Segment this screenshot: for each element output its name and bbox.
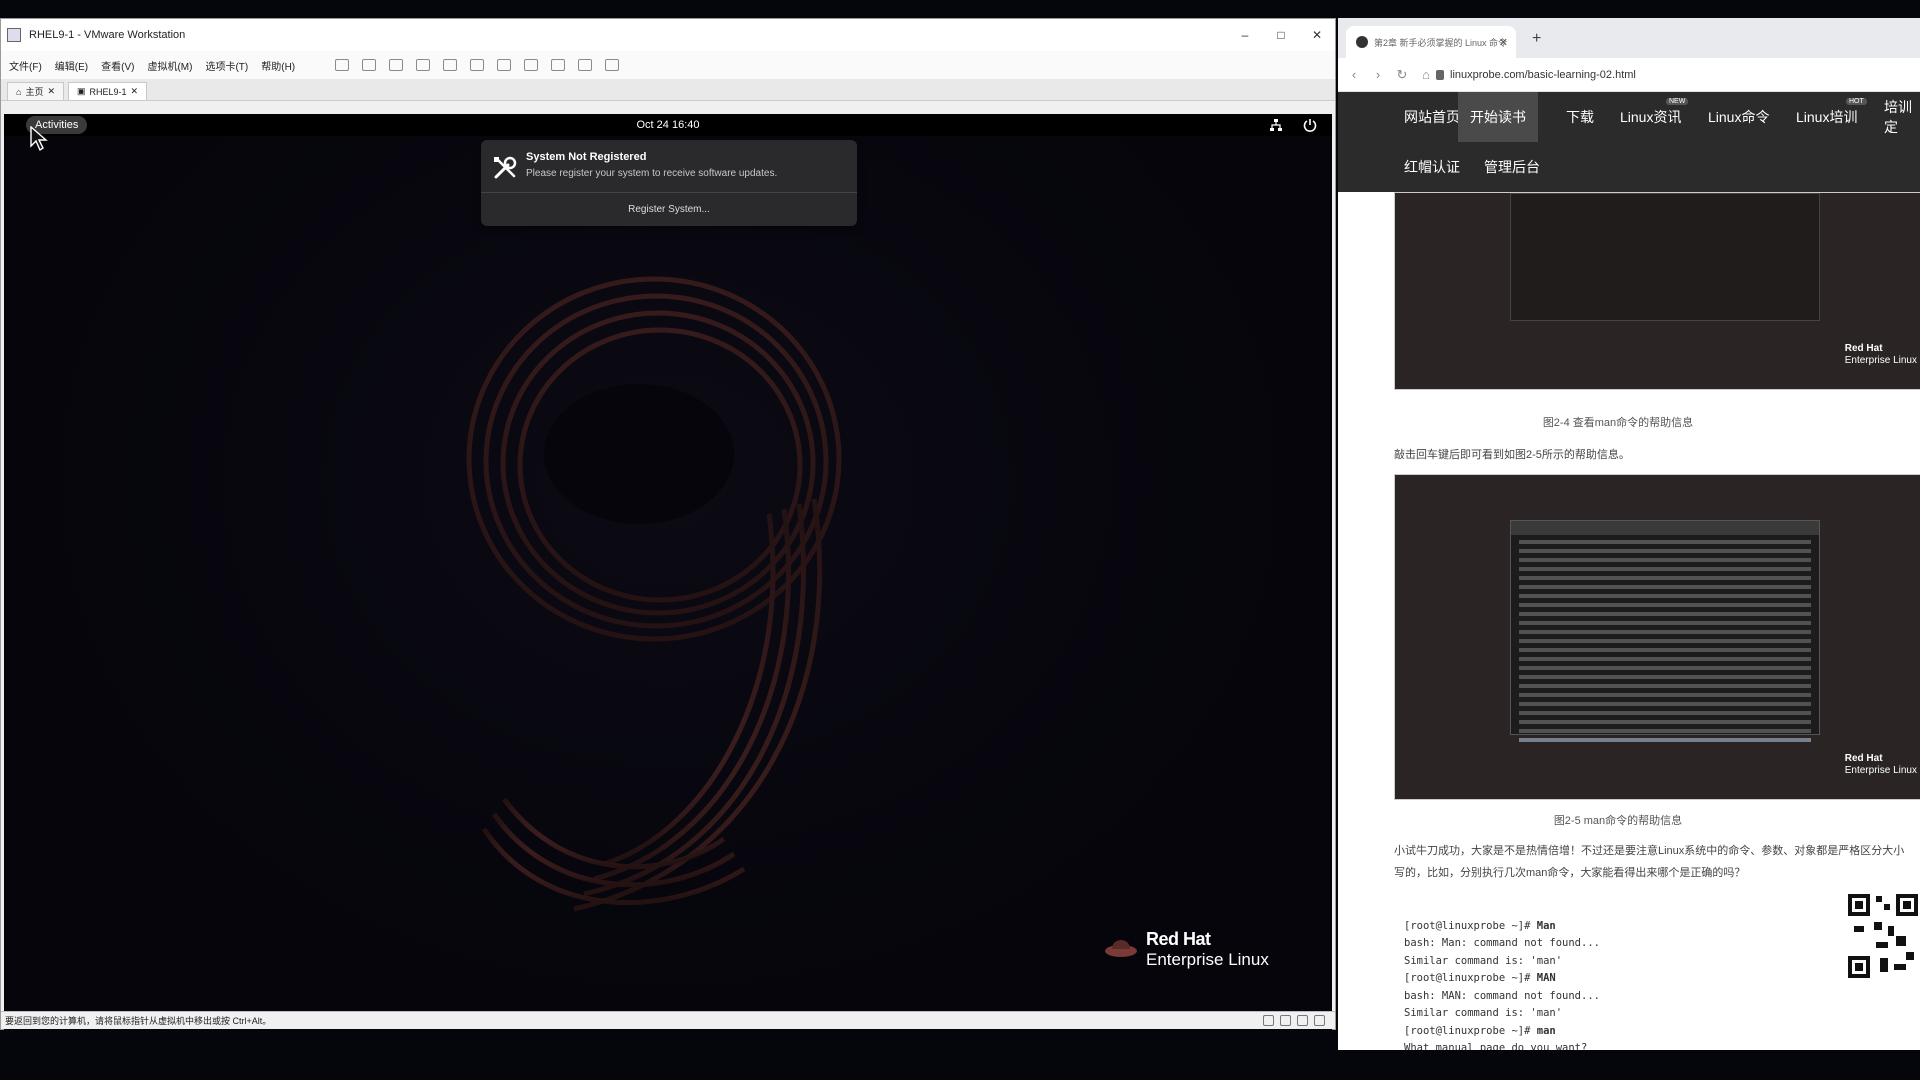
browser-window: 第2章 新手必须掌握的 Linux 命令 ✕ + ‹ › ↻ ⌂ linuxpr… bbox=[1338, 18, 1920, 1050]
menu-edit[interactable]: 编辑(E) bbox=[55, 58, 88, 73]
gnome-top-bar: Activities Oct 24 16:40 bbox=[4, 114, 1332, 136]
hot-badge: HOT bbox=[1846, 98, 1867, 105]
address-bar: ‹ › ↻ ⌂ linuxprobe.com/basic-learning-02… bbox=[1338, 58, 1920, 92]
menu-help[interactable]: 帮助(H) bbox=[261, 58, 295, 73]
pause-icon[interactable] bbox=[335, 59, 350, 71]
new-tab-icon[interactable]: + bbox=[1532, 30, 1541, 48]
guest-screen[interactable]: Activities Oct 24 16:40 System Not Regis… bbox=[4, 114, 1332, 1031]
menu-tabs[interactable]: 选项卡(T) bbox=[205, 58, 248, 73]
vmware-app-icon bbox=[7, 28, 21, 42]
redhat-logo-line1: Red Hat bbox=[1146, 929, 1211, 949]
figure-redhat-logo: Red Hat Enterprise Linux bbox=[1844, 753, 1917, 776]
paragraph-2: 小试牛刀成功，大家是不是热情倍增！不过还是要注意Linux系统中的命令、参数、对… bbox=[1394, 845, 1905, 879]
new-badge: NEW bbox=[1666, 98, 1689, 105]
maximize-icon[interactable]: □ bbox=[1263, 19, 1299, 51]
lock-icon[interactable] bbox=[1436, 70, 1444, 80]
revert-snapshot-icon[interactable] bbox=[416, 59, 431, 71]
figure-2-5: Red Hat Enterprise Linux bbox=[1394, 474, 1920, 800]
paragraph-1: 敲击回车键后即可看到如图2-5所示的帮助信息。 bbox=[1394, 449, 1630, 461]
browser-tab[interactable]: 第2章 新手必须掌握的 Linux 命令 ✕ bbox=[1346, 26, 1516, 58]
tab-close-icon[interactable]: ✕ bbox=[47, 86, 55, 97]
nav-admin[interactable]: 管理后台 bbox=[1484, 142, 1540, 192]
mouse-cursor-icon bbox=[30, 126, 48, 152]
register-system-button[interactable]: Register System... bbox=[481, 193, 857, 226]
nav-home[interactable]: 网站首页 bbox=[1404, 92, 1460, 142]
network-adapter-icon[interactable] bbox=[1297, 1015, 1308, 1026]
menu-file[interactable]: 文件(F) bbox=[9, 58, 42, 73]
tools-icon bbox=[494, 156, 517, 179]
fullscreen-icon[interactable] bbox=[524, 59, 539, 71]
home-icon: ⌂ bbox=[16, 86, 22, 97]
console-icon[interactable] bbox=[578, 59, 593, 71]
vmware-titlebar: RHEL9-1 - VMware Workstation – □ ✕ bbox=[1, 19, 1335, 51]
redhat-logo-line2: Enterprise Linux bbox=[1146, 950, 1269, 969]
forward-icon[interactable]: › bbox=[1370, 67, 1386, 82]
qr-code-icon[interactable] bbox=[1846, 892, 1920, 982]
url-field[interactable]: linuxprobe.com/basic-learning-02.html bbox=[1450, 69, 1636, 81]
close-icon[interactable]: ✕ bbox=[1299, 19, 1335, 51]
minimize-icon[interactable]: – bbox=[1227, 19, 1263, 51]
redhat-logo: Red Hat Enterprise Linux bbox=[1104, 929, 1304, 979]
notification-body: Please register your system to receive s… bbox=[526, 168, 778, 179]
notification-banner[interactable]: System Not Registered Please register yo… bbox=[481, 140, 857, 226]
tab-close-icon[interactable]: ✕ bbox=[131, 86, 139, 97]
figure-redhat-logo: Red Hat Enterprise Linux bbox=[1844, 343, 1917, 366]
vmware-window: RHEL9-1 - VMware Workstation – □ ✕ 文件(F)… bbox=[0, 18, 1336, 1031]
thumbnail-icon[interactable] bbox=[497, 59, 512, 71]
notification-title: System Not Registered bbox=[526, 151, 647, 163]
vm-icon: ▣ bbox=[77, 86, 86, 96]
unity-icon[interactable] bbox=[551, 59, 566, 71]
tab-rhel9-1[interactable]: ▣ RHEL9-1 ✕ bbox=[68, 82, 148, 100]
snapshot-icon[interactable] bbox=[389, 59, 404, 71]
rhel9-wallpaper-nine bbox=[466, 276, 842, 912]
clock[interactable]: Oct 24 16:40 bbox=[4, 119, 1332, 131]
figure-2-4-caption: 图2-4 查看man命令的帮助信息 bbox=[1542, 417, 1694, 429]
manage-snapshots-icon[interactable] bbox=[443, 59, 458, 71]
tab-rhel-label: RHEL9-1 bbox=[89, 86, 127, 97]
article-content: Red Hat Enterprise Linux 图2-4 查看man命令的帮助信… bbox=[1338, 192, 1920, 1050]
browser-tabstrip: 第2章 新手必须掌握的 Linux 命令 ✕ + bbox=[1338, 18, 1920, 58]
figure-man-terminal bbox=[1510, 520, 1820, 742]
nav-linux-commands[interactable]: Linux命令 bbox=[1708, 92, 1769, 142]
power-icon[interactable] bbox=[1302, 117, 1318, 133]
network-icon[interactable] bbox=[1268, 117, 1284, 133]
library-icon[interactable] bbox=[470, 59, 485, 71]
vmware-menubar: 文件(F) 编辑(E) 查看(V) 虚拟机(M) 选项卡(T) 帮助(H) bbox=[1, 51, 1335, 79]
nav-training[interactable]: 培训定 bbox=[1884, 92, 1920, 142]
site-navigation: 网站首页 开始读书 下载 Linux资讯 NEW Linux命令 Linux培训… bbox=[1338, 92, 1920, 192]
tab-close-icon[interactable]: ✕ bbox=[1499, 36, 1508, 49]
tab-home[interactable]: ⌂ 主页 ✕ bbox=[7, 82, 64, 100]
reload-icon[interactable]: ↻ bbox=[1394, 67, 1410, 83]
browser-tab-title: 第2章 新手必须掌握的 Linux 命令 bbox=[1374, 37, 1508, 48]
status-hint: 要返回到您的计算机，请将鼠标指针从虚拟机中移出或按 Ctrl+Alt。 bbox=[5, 1016, 272, 1026]
menu-view[interactable]: 查看(V) bbox=[101, 58, 134, 73]
back-icon[interactable]: ‹ bbox=[1346, 67, 1362, 82]
home-icon[interactable]: ⌂ bbox=[1418, 67, 1434, 82]
figure-2-5-caption: 图2-5 man命令的帮助信息 bbox=[1553, 815, 1683, 827]
hdd-icon[interactable] bbox=[1263, 1015, 1274, 1026]
nav-start-reading[interactable]: 开始读书 bbox=[1458, 92, 1538, 142]
figure-2-4: Red Hat Enterprise Linux bbox=[1394, 192, 1920, 390]
redhat-hat-icon bbox=[1105, 940, 1137, 957]
stretch-icon[interactable] bbox=[605, 59, 620, 71]
nav-download[interactable]: 下载 bbox=[1566, 92, 1594, 142]
tab-home-label: 主页 bbox=[25, 87, 44, 97]
vmware-tabbar: ⌂ 主页 ✕ ▣ RHEL9-1 ✕ bbox=[1, 79, 1335, 101]
code-block: [root@linuxprobe ~]# Man bash: Man: comm… bbox=[1404, 919, 1600, 1051]
cdrom-icon[interactable] bbox=[1280, 1015, 1291, 1026]
nav-redhat-cert[interactable]: 红帽认证 bbox=[1404, 142, 1460, 192]
vmware-statusbar: 要返回到您的计算机，请将鼠标指针从虚拟机中移出或按 Ctrl+Alt。 bbox=[1, 1011, 1335, 1029]
vmware-window-title: RHEL9-1 - VMware Workstation bbox=[29, 29, 186, 41]
send-keys-icon[interactable] bbox=[362, 59, 377, 71]
menu-vm[interactable]: 虚拟机(M) bbox=[147, 58, 192, 73]
figure-terminal-window bbox=[1510, 193, 1820, 321]
favicon-icon bbox=[1356, 36, 1368, 48]
display-icon[interactable] bbox=[1314, 1015, 1325, 1026]
